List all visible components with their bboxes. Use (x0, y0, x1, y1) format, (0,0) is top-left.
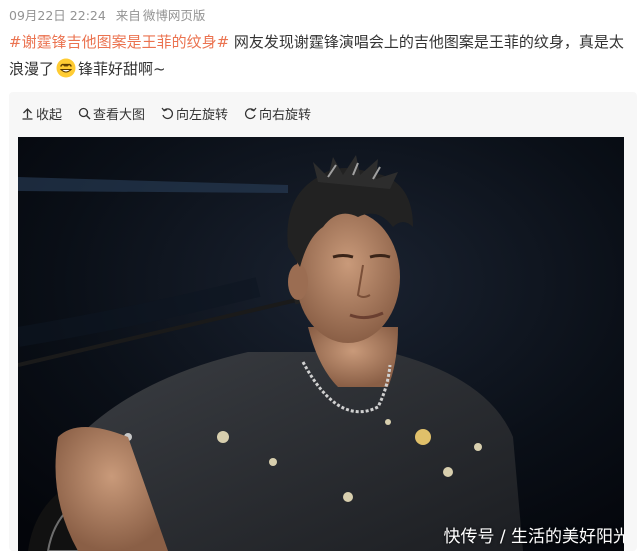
rotate-right-icon (245, 107, 257, 119)
magnifier-icon (78, 107, 91, 119)
source-prefix: 来自 (115, 8, 141, 23)
collapse-button[interactable]: 收起 (21, 104, 62, 123)
post-meta: 09月22日 22:24 来自 微博网页版 (9, 6, 211, 26)
rotate-left-button[interactable]: 向左旋转 (161, 104, 228, 123)
smiling-heart-eyes-emoji-icon (56, 58, 76, 78)
collapse-label: 收起 (36, 107, 63, 123)
view-large-label: 查看大图 (93, 107, 146, 123)
rotate-right-button[interactable]: 向右旋转 (244, 104, 311, 123)
media-card: 收起 查看大图 向左旋转 向右旋转 快传号 / 生活的美好阳光 (9, 92, 637, 551)
post-date[interactable]: 09月22日 22:24 (9, 8, 106, 23)
concert-photo[interactable]: 快传号 / 生活的美好阳光 (18, 137, 624, 551)
topic-link[interactable]: #谢霆锋吉他图案是王菲的纹身# (9, 33, 229, 51)
watermark-text: 快传号 / 生活的美好阳光 (443, 527, 624, 547)
rotate-left-label: 向左旋转 (176, 107, 229, 123)
post-source[interactable]: 微博网页版 (143, 8, 206, 23)
rotate-left-icon (161, 107, 174, 119)
rotate-right-label: 向右旋转 (259, 107, 312, 123)
post-text: #谢霆锋吉他图案是王菲的纹身# 网友发现谢霆锋演唱会上的吉他图案是王菲的纹身，真… (9, 29, 635, 83)
image-toolbar: 收起 查看大图 向左旋转 向右旋转 (21, 102, 327, 124)
collapse-up-icon (22, 107, 33, 120)
view-large-button[interactable]: 查看大图 (78, 104, 145, 123)
post-body-tail: 锋菲好甜啊~ (78, 60, 166, 78)
concert-photo-image (18, 137, 624, 551)
